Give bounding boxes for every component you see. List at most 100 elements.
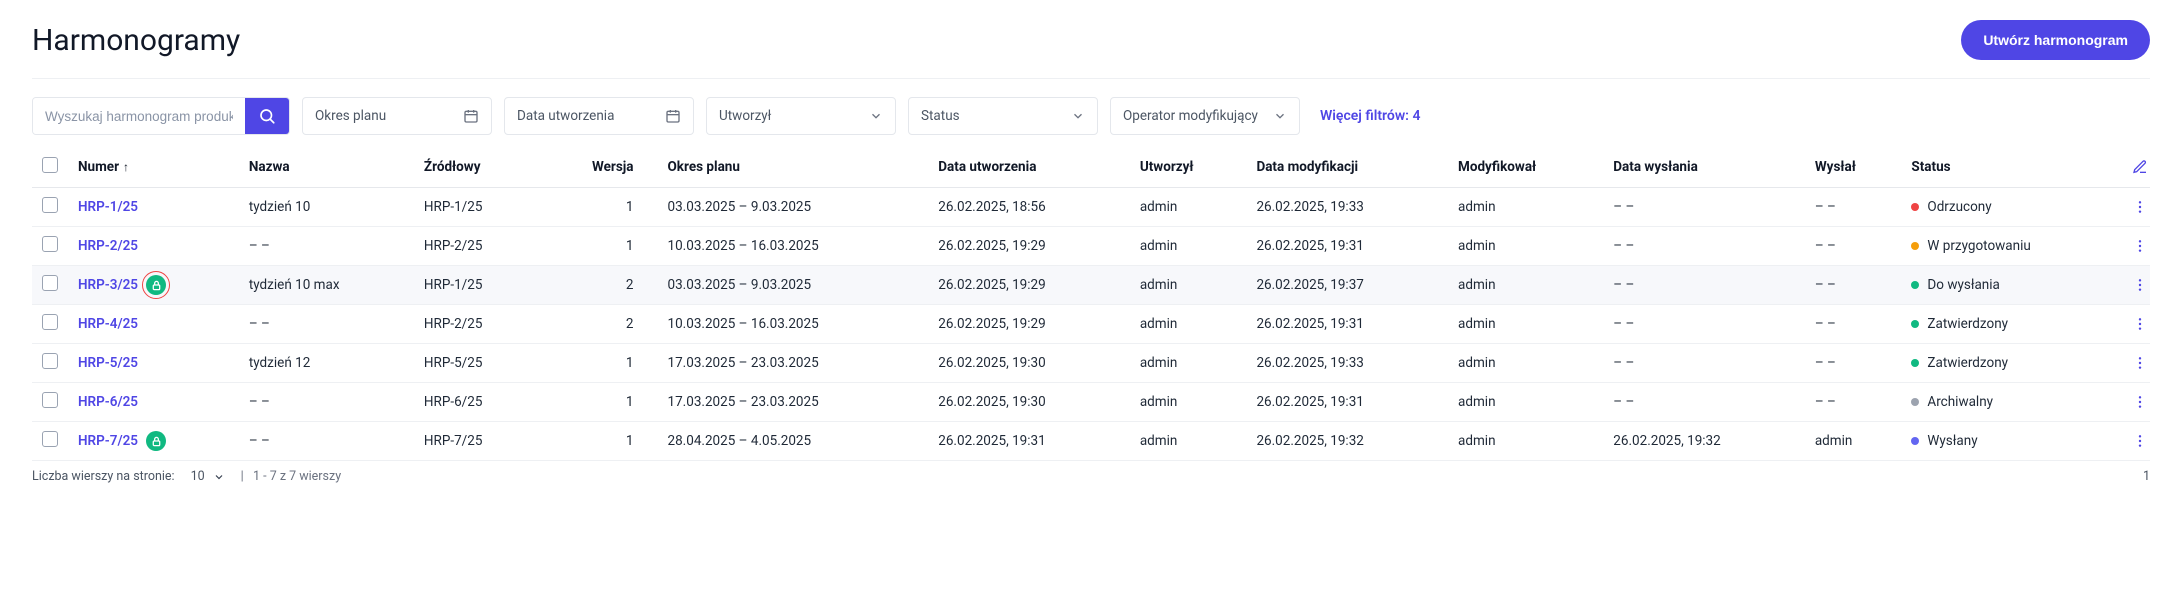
cell-modified-at: 26.02.2025, 19:31 [1246,305,1448,344]
filter-label: Operator modyfikujący [1123,108,1258,124]
lock-icon [146,431,166,451]
cell-name: tydzień 10 [239,188,414,227]
page-size-select[interactable]: 10 [191,469,225,484]
status-dot [1911,359,1919,367]
cell-sent-at: – – [1603,266,1805,305]
cell-modified-by: admin [1448,305,1603,344]
cell-plan-period: 03.03.2025 – 9.03.2025 [658,188,929,227]
col-created-at[interactable]: Data utworzenia [928,147,1130,188]
col-name[interactable]: Nazwa [239,147,414,188]
cell-created-at: 26.02.2025, 19:29 [928,305,1130,344]
col-sent-at[interactable]: Data wysłania [1603,147,1805,188]
cell-modified-at: 26.02.2025, 19:32 [1246,422,1448,461]
schedule-number-link[interactable]: HRP-7/25 [78,433,138,449]
status-dot [1911,203,1919,211]
cell-sent-at: – – [1603,344,1805,383]
cell-sent-at: – – [1603,383,1805,422]
filter-label: Okres planu [315,108,386,124]
row-checkbox[interactable] [42,236,58,252]
filter-created-by[interactable]: Utworzył [706,97,896,135]
row-checkbox[interactable] [42,275,58,291]
cell-created-by: admin [1130,266,1247,305]
row-checkbox[interactable] [42,353,58,369]
cell-status: Zatwierdzony [1901,344,2122,383]
chevron-down-icon [213,471,225,483]
cell-version: 1 [538,422,657,461]
col-sent-by[interactable]: Wysłał [1805,147,1902,188]
schedule-number-link[interactable]: HRP-5/25 [78,355,138,371]
schedule-number-link[interactable]: HRP-1/25 [78,199,138,215]
cell-version: 1 [538,383,657,422]
cell-source: HRP-7/25 [414,422,538,461]
row-actions-button[interactable] [2132,394,2148,410]
table-row: HRP-2/25– –HRP-2/25110.03.2025 – 16.03.2… [32,227,2150,266]
cell-sent-at: 26.02.2025, 19:32 [1603,422,1805,461]
page-size-value: 10 [191,469,205,484]
row-actions-button[interactable] [2132,238,2148,254]
cell-created-by: admin [1130,344,1247,383]
calendar-icon [463,108,479,124]
cell-modified-at: 26.02.2025, 19:31 [1246,227,1448,266]
cell-plan-period: 28.04.2025 – 4.05.2025 [658,422,929,461]
col-created-by[interactable]: Utworzył [1130,147,1247,188]
row-actions-button[interactable] [2132,277,2148,293]
cell-status: Archiwalny [1901,383,2122,422]
filter-label: Utworzył [719,108,771,124]
schedule-number-link[interactable]: HRP-3/25 [78,277,138,293]
row-checkbox[interactable] [42,314,58,330]
col-plan-period[interactable]: Okres planu [658,147,929,188]
cell-version: 1 [538,227,657,266]
col-modified-at[interactable]: Data modyfikacji [1246,147,1448,188]
select-all-checkbox[interactable] [42,157,58,173]
search-button[interactable] [245,98,289,134]
cell-sent-at: – – [1603,188,1805,227]
schedule-number-link[interactable]: HRP-2/25 [78,238,138,254]
row-checkbox[interactable] [42,431,58,447]
cell-modified-by: admin [1448,383,1603,422]
cell-sent-at: – – [1603,305,1805,344]
row-actions-button[interactable] [2132,355,2148,371]
cell-status: Do wysłania [1901,266,2122,305]
status-dot [1911,242,1919,250]
edit-columns-button[interactable] [2132,159,2148,175]
filter-label: Data utworzenia [517,108,614,124]
cell-created-by: admin [1130,188,1247,227]
cell-version: 2 [538,305,657,344]
cell-status: W przygotowaniu [1901,227,2122,266]
filter-plan-period[interactable]: Okres planu [302,97,492,135]
row-actions-button[interactable] [2132,199,2148,215]
col-modified-by[interactable]: Modyfikował [1448,147,1603,188]
search-wrap [32,97,290,135]
cell-created-at: 26.02.2025, 19:29 [928,266,1130,305]
cell-name: tydzień 12 [239,344,414,383]
row-checkbox[interactable] [42,392,58,408]
table-row: HRP-4/25– –HRP-2/25210.03.2025 – 16.03.2… [32,305,2150,344]
cell-version: 1 [538,188,657,227]
row-checkbox[interactable] [42,197,58,213]
create-schedule-button[interactable]: Utwórz harmonogram [1961,20,2150,60]
search-icon [258,107,276,125]
cell-name: – – [239,305,414,344]
range-label: | 1 - 7 z 7 wierszy [241,469,341,484]
col-status[interactable]: Status [1901,147,2122,188]
filter-modifier[interactable]: Operator modyfikujący [1110,97,1300,135]
search-input[interactable] [33,98,245,134]
col-version[interactable]: Wersja [538,147,657,188]
cell-modified-at: 26.02.2025, 19:37 [1246,266,1448,305]
col-number[interactable]: Numer↑ [68,147,239,188]
table-row: HRP-5/25tydzień 12HRP-5/25117.03.2025 – … [32,344,2150,383]
filter-status[interactable]: Status [908,97,1098,135]
filter-created-date[interactable]: Data utworzenia [504,97,694,135]
col-source[interactable]: Źródłowy [414,147,538,188]
row-actions-button[interactable] [2132,316,2148,332]
cell-created-at: 26.02.2025, 19:31 [928,422,1130,461]
schedule-number-link[interactable]: HRP-6/25 [78,394,138,410]
cell-modified-at: 26.02.2025, 19:33 [1246,344,1448,383]
rows-per-page-label: Liczba wierszy na stronie: [32,469,175,484]
cell-status: Zatwierdzony [1901,305,2122,344]
cell-created-by: admin [1130,422,1247,461]
more-filters-link[interactable]: Więcej filtrów: 4 [1320,108,1420,124]
row-actions-button[interactable] [2132,433,2148,449]
cell-source: HRP-2/25 [414,227,538,266]
schedule-number-link[interactable]: HRP-4/25 [78,316,138,332]
